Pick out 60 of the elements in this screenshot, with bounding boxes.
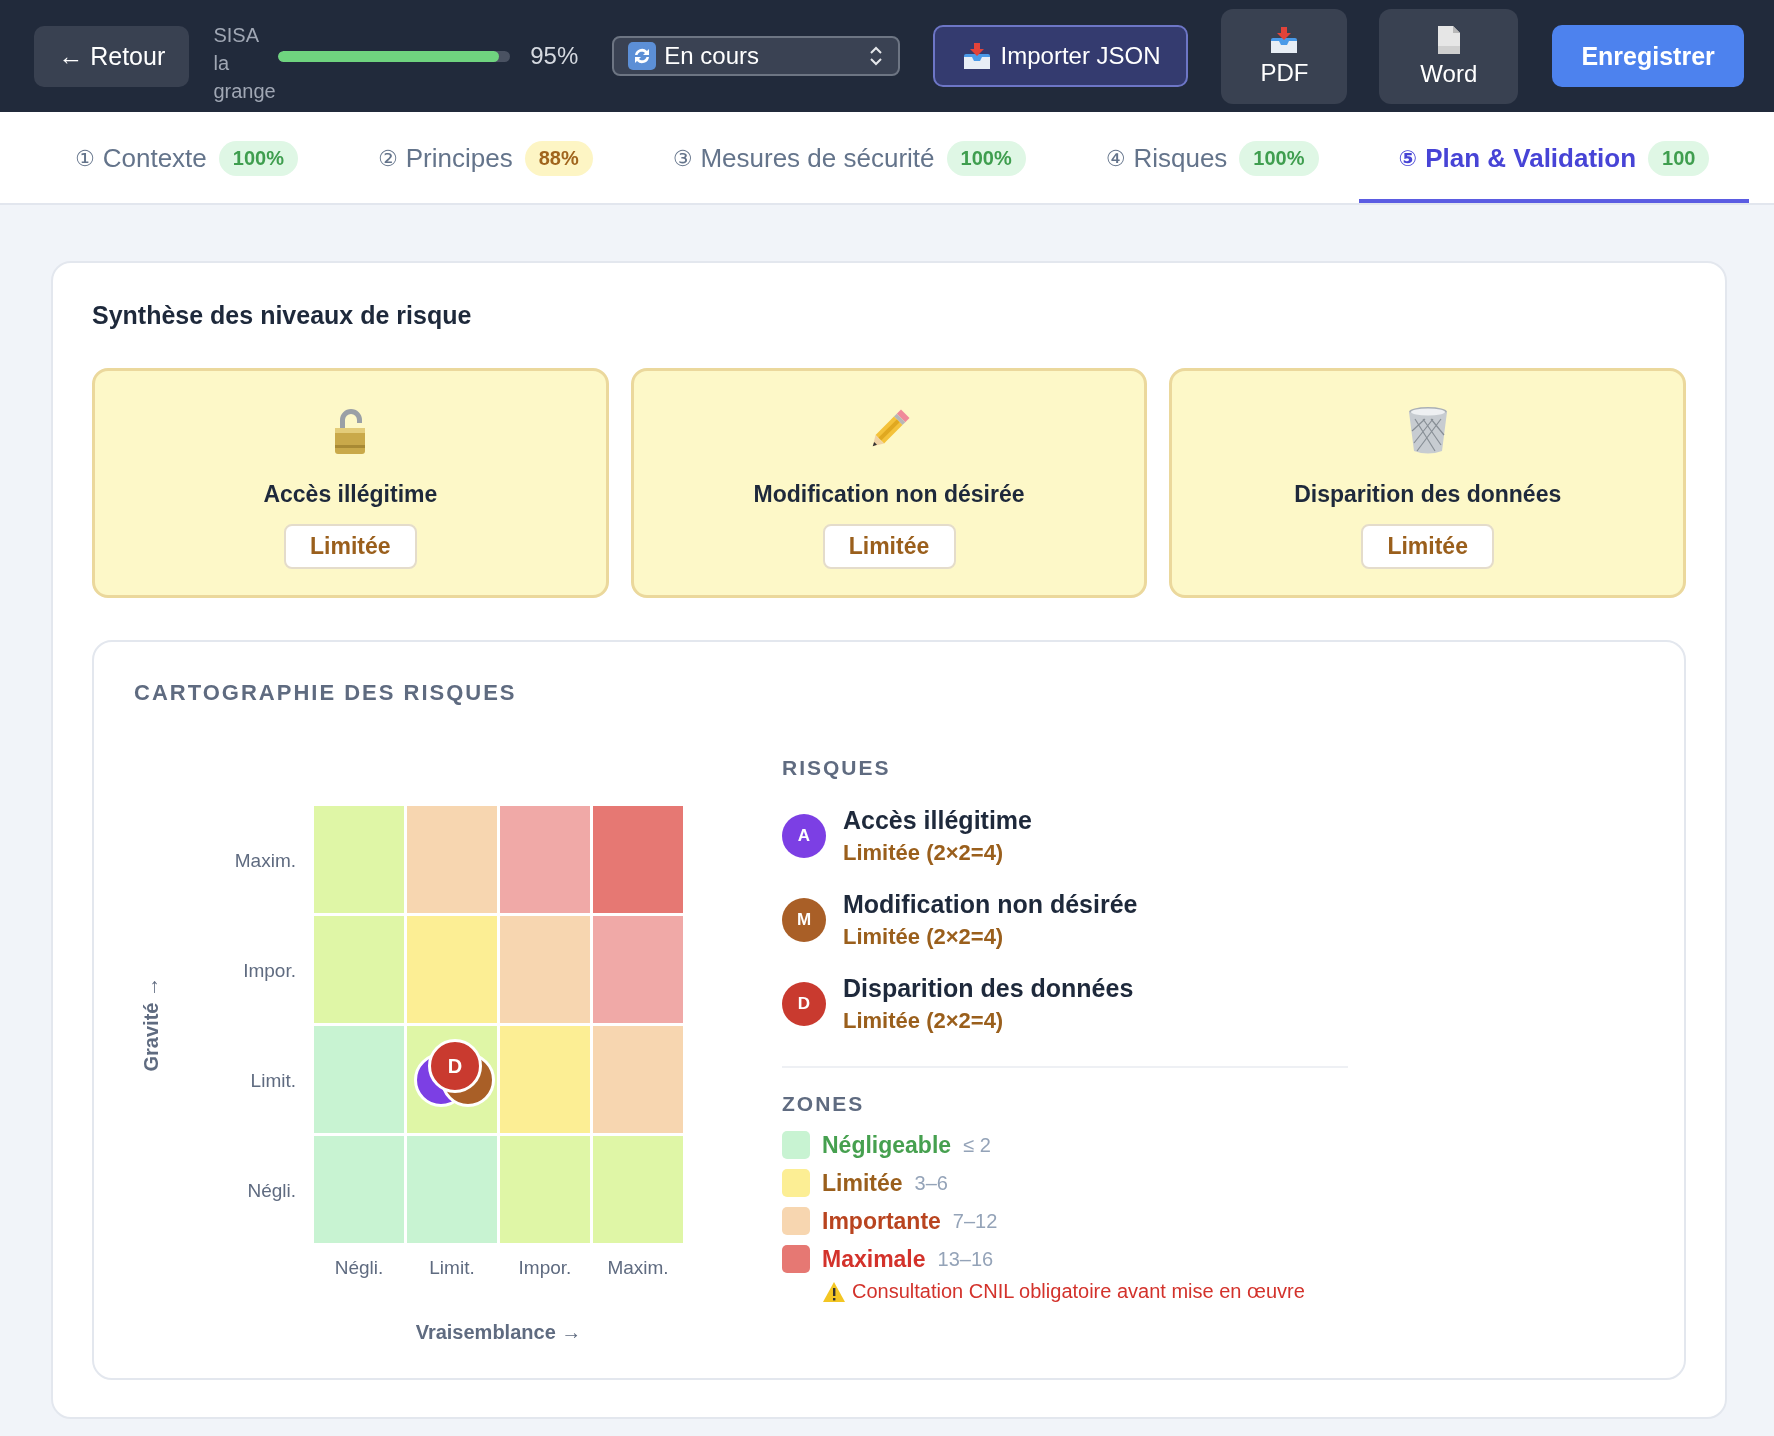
column-label: Maxim. [606,1257,670,1279]
import-json-button[interactable]: Importer JSON [932,25,1189,87]
risk-name: Accès illégitime [843,805,1032,836]
column-label: Impor. [517,1257,573,1279]
panel-title: CARTOGRAPHIE DES RISQUES [134,680,518,706]
completion-badge: 100% [946,141,1026,176]
risk-level-badge: Limitée [1361,524,1495,569]
risk-title: Accès illégitime [263,481,438,508]
zone-label: Limitée [822,1169,903,1197]
risk-name: Modification non désirée [843,889,1138,920]
risk-dot: D [782,982,826,1026]
status-select[interactable]: En cours [612,36,900,76]
risk-dot: M [782,898,826,942]
zone-label: Maximale [822,1245,926,1273]
risk-score: Limitée (2×2=4) [843,839,1005,867]
completion-badge: 100% [218,141,298,176]
save-button[interactable]: Enregistrer [1552,25,1744,87]
risk-title: Disparition des données [1294,481,1562,508]
zone-range: 13–16 [937,1247,994,1271]
row-label: Limit. [249,1069,297,1093]
risk-level-badge: Limitée [822,524,956,569]
step-tab[interactable]: ③ Mesures de sécurité 100% [632,112,1066,203]
step-tab[interactable]: ⑤ Plan & Validation 100 [1358,112,1750,203]
completion-badge: 88% [524,141,593,176]
risk-dot: A [782,814,826,858]
zone-label: Importante [822,1207,941,1235]
row-label: Négli. [246,1179,297,1203]
risk-score: Limitée (2×2=4) [843,1007,1005,1035]
risk-name: Disparition des données [843,973,1134,1004]
step-tab[interactable]: ② Principes 88% [337,112,633,203]
zone-range: 3–6 [914,1171,948,1195]
back-button[interactable]: ← Retour [34,25,190,87]
section-title: Synthèse des niveaux de risque [92,301,473,330]
risk-score: Limitée (2×2=4) [843,923,1005,951]
zone-range: 7–12 [952,1209,998,1233]
export-button[interactable]: Word [1379,8,1519,104]
column-label: Limit. [428,1257,476,1279]
y-axis-label: Gravité → [139,977,163,1072]
risk-marker: D [428,1039,482,1093]
risk-level-badge: Limitée [283,524,417,569]
legend-heading: RISQUES [782,756,892,780]
step-tab[interactable]: ① Contexte 100% [35,112,338,203]
risk-title: Modification non désirée [753,481,1025,508]
completion-badge: 100% [1239,141,1319,176]
row-label: Maxim. [233,849,297,873]
zone-range: ≤ 2 [963,1133,991,1157]
legend-heading: ZONES [782,1092,866,1116]
zone-label: Négligeable [822,1131,952,1159]
warning-text: Consultation CNIL obligatoire avant mise en œuvre [852,1280,1305,1303]
x-axis-label: Vraisemblance → [414,1321,583,1344]
step-tab[interactable]: ④ Risques 100% [1065,112,1359,203]
completion-badge: 100 [1648,141,1710,176]
progress-percent: 95% [530,42,579,70]
warning-icon [822,1280,846,1303]
chevron-updown-icon [867,45,884,67]
export-button[interactable]: PDF [1221,8,1348,104]
project-name: SISA la grange [213,23,277,104]
column-label: Négli. [333,1257,385,1279]
refresh-icon [628,42,657,70]
row-label: Impor. [242,959,297,983]
